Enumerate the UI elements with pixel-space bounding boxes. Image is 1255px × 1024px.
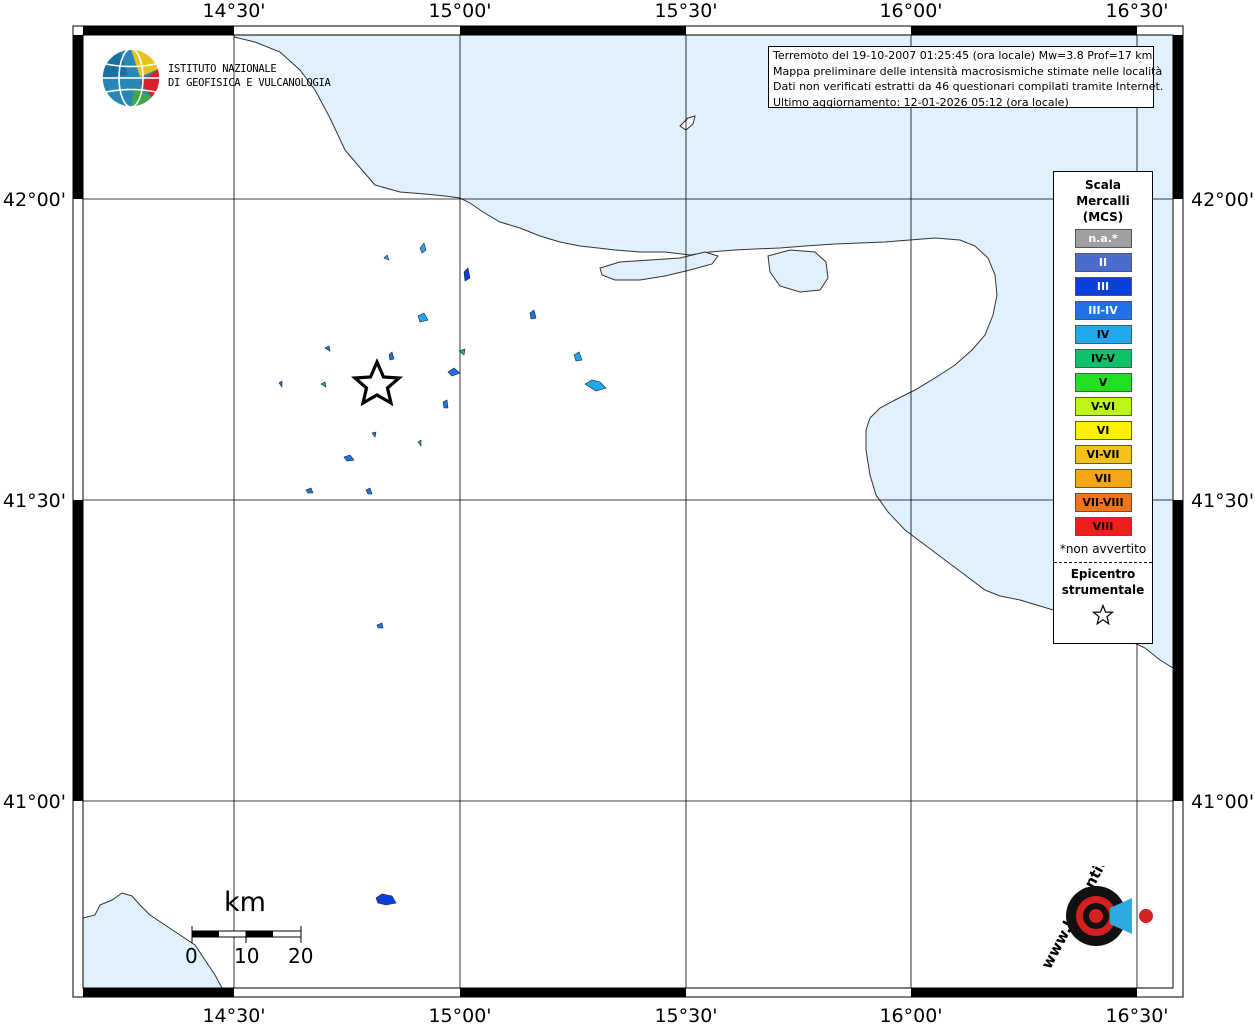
- star-outline-icon: [1092, 604, 1114, 626]
- top-lon-label: 15°30': [654, 0, 717, 22]
- legend-title-line: Mercalli: [1076, 194, 1130, 208]
- bottom-lon-labels: 14°30' 15°00' 15°30' 16°00' 16°30': [202, 1005, 1168, 1024]
- legend-title: Scala Mercalli (MCS): [1054, 177, 1152, 225]
- right-lat-label: 41°30': [1191, 490, 1254, 512]
- top-lon-label: 14°30': [202, 0, 265, 22]
- legend-item: VIII: [1074, 517, 1132, 536]
- legend-item: V-VI: [1074, 397, 1132, 416]
- event-info-line: Mappa preliminare delle intensità macros…: [773, 64, 1163, 78]
- legend-item: V: [1074, 373, 1132, 392]
- legend-title-line: Scala: [1084, 178, 1122, 192]
- legend-list: n.a.* II III III-IV IV IV-V V V-VI VI VI-VII VII VI…: [1054, 229, 1152, 536]
- legend-title-line: (MCS): [1082, 210, 1124, 224]
- legend-item: n.a.*: [1074, 229, 1132, 248]
- scale-tick-label: 0: [185, 944, 198, 968]
- legend-epicentre-line: strumentale: [1061, 583, 1145, 597]
- mcs-legend: Scala Mercalli (MCS) n.a.* II III III-IV IV I…: [1053, 171, 1153, 644]
- event-info-line: Terremoto del 19-10-2007 01:25:45 (ora l…: [773, 49, 1153, 62]
- legend-item: IV: [1074, 325, 1132, 344]
- left-lat-label: 42°00': [3, 189, 66, 211]
- bottom-lon-label: 15°30': [654, 1005, 717, 1024]
- institute-line1: ISTITUTO NAZIONALE: [168, 63, 277, 75]
- right-lat-labels: 42°00' 41°30' 41°00': [1191, 189, 1254, 813]
- legend-item: III: [1074, 277, 1132, 296]
- scale-tick-label: 10: [234, 944, 260, 968]
- legend-item: IV-V: [1074, 349, 1132, 368]
- bottom-lon-label: 14°30': [202, 1005, 265, 1024]
- institute-name: ISTITUTO NAZIONALE DI GEOFISICA E VULCAN…: [168, 62, 331, 90]
- legend-item: VI: [1074, 421, 1132, 440]
- legend-divider: [1054, 562, 1152, 563]
- legend-epicentre-label: Epicentro strumentale: [1054, 566, 1152, 598]
- bottom-lon-label: 16°00': [879, 1005, 942, 1024]
- event-info-line: Ultimo aggiornamento: 12-01-2026 05:12 (…: [773, 95, 1069, 109]
- top-lon-label: 15°00': [428, 0, 491, 22]
- legend-item: III-IV: [1074, 301, 1132, 320]
- right-lat-label: 42°00': [1191, 189, 1254, 211]
- event-info-box: Terremoto del 19-10-2007 01:25:45 (ora l…: [768, 46, 1164, 109]
- scale-tick-label: 20: [288, 944, 314, 968]
- legend-item: VII: [1074, 469, 1132, 488]
- legend-item: II: [1074, 253, 1132, 272]
- top-lon-label: 16°00': [879, 0, 942, 22]
- legend-item: VII-VIII: [1074, 493, 1132, 512]
- legend-footnote: *non avvertito: [1059, 542, 1147, 556]
- top-lon-label: 16°30': [1105, 0, 1168, 22]
- left-lat-label: 41°00': [3, 791, 66, 813]
- left-lat-labels: 42°00' 41°30' 41°00': [3, 189, 66, 813]
- bottom-lon-label: 16°30': [1105, 1005, 1168, 1024]
- right-lat-label: 41°00': [1191, 791, 1254, 813]
- bottom-lon-label: 15°00': [428, 1005, 491, 1024]
- institute-line2: DI GEOFISICA E VULCANOLOGIA: [168, 77, 331, 89]
- logo-dot: [1139, 909, 1153, 923]
- event-info-line: Dati non verificati estratti da 46 quest…: [773, 80, 1164, 93]
- left-lat-label: 41°30': [3, 490, 66, 512]
- scale-unit: km: [224, 887, 266, 918]
- legend-epicentre-line: Epicentro: [1070, 567, 1136, 581]
- ingv-globe-logo: [101, 48, 161, 108]
- top-lon-labels: 14°30' 15°00' 15°30' 16°00' 16°30': [202, 0, 1168, 22]
- legend-item: VI-VII: [1074, 445, 1132, 464]
- haisentito-logo: www.haisentitoilterremoto.it: [1038, 866, 1158, 972]
